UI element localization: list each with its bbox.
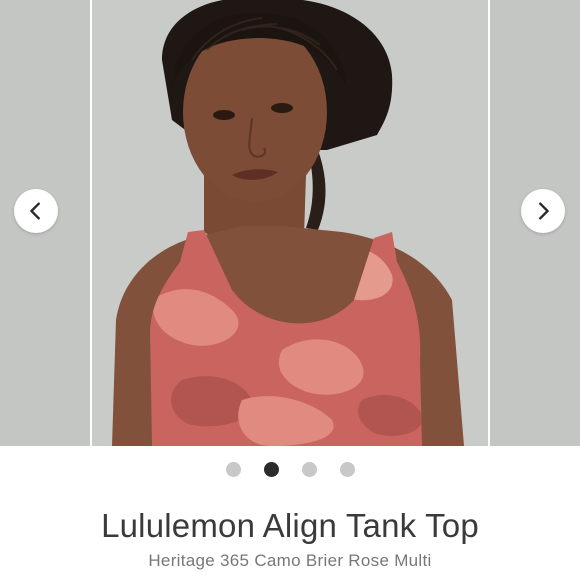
previous-image-button[interactable]: [14, 189, 58, 233]
carousel-pagination: [0, 462, 580, 478]
model-wearing-tank-top-image: [92, 0, 488, 446]
carousel-dot-active[interactable]: [263, 462, 279, 477]
product-color-name: Heritage 365 Camo Brier Rose Multi: [148, 551, 432, 570]
chevron-right-icon: [539, 202, 549, 220]
carousel-dot[interactable]: [225, 462, 241, 477]
product-title: Lululemon Align Tank Top: [101, 507, 479, 544]
carousel-dot[interactable]: [301, 462, 317, 477]
next-image-button[interactable]: [521, 189, 565, 233]
chevron-left-icon: [30, 202, 40, 220]
product-image-carousel[interactable]: [0, 0, 580, 446]
product-photo: [92, 0, 488, 446]
carousel-dot[interactable]: [339, 462, 355, 477]
